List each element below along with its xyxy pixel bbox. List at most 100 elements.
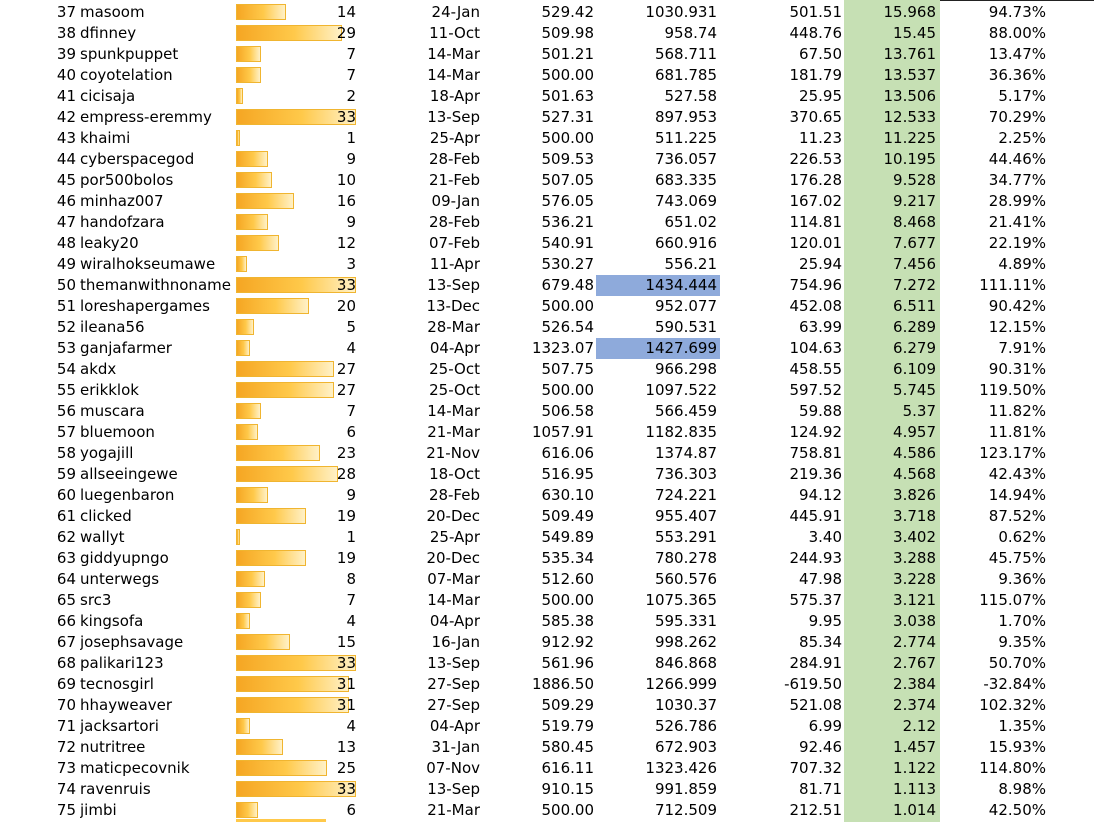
date-cell[interactable]: 04-Apr: [380, 611, 480, 632]
username-cell[interactable]: ravenruis: [80, 779, 232, 800]
value-cell-1[interactable]: 530.27: [490, 254, 595, 275]
rank-cell[interactable]: 49: [40, 254, 76, 275]
score-cell[interactable]: 6.279: [844, 338, 940, 359]
value-cell-3[interactable]: 370.65: [722, 107, 843, 128]
username-cell[interactable]: wallyt: [80, 527, 232, 548]
value-cell-2[interactable]: 1030.931: [596, 2, 720, 23]
value-cell-2[interactable]: 1374.87: [596, 443, 720, 464]
percent-cell[interactable]: 22.19%: [944, 233, 1046, 254]
value-cell-3[interactable]: 104.63: [722, 338, 843, 359]
value-cell-3[interactable]: 47.98: [722, 569, 842, 590]
score-cell[interactable]: 4.586: [844, 443, 940, 464]
table-row[interactable]: 49 wiralhokseumawe 3 11-Apr 530.27 556.21 25.9…: [0, 254, 1094, 275]
value-cell-1[interactable]: 500.00: [490, 380, 595, 401]
username-cell[interactable]: handofzara: [80, 212, 232, 233]
date-cell[interactable]: 13-Sep: [380, 779, 480, 800]
percent-cell[interactable]: 9.35%: [944, 632, 1046, 653]
username-cell[interactable]: jacksartori: [80, 716, 232, 737]
value-cell-1[interactable]: 507.75: [490, 359, 595, 380]
value-cell-1[interactable]: 536.21: [490, 212, 595, 233]
rank-cell[interactable]: 56: [40, 401, 76, 422]
rank-cell[interactable]: 65: [40, 590, 76, 611]
score-cell[interactable]: 2.374: [844, 695, 940, 716]
value-cell-1[interactable]: 630.10: [490, 485, 595, 506]
date-cell[interactable]: 09-Jan: [380, 191, 480, 212]
rank-cell[interactable]: 73: [40, 758, 76, 779]
rank-cell[interactable]: 48: [40, 233, 76, 254]
value-cell-2[interactable]: 527.58: [596, 86, 720, 107]
percent-cell[interactable]: 28.99%: [944, 191, 1046, 212]
rank-cell[interactable]: 66: [40, 611, 76, 632]
value-cell-2[interactable]: 672.903: [596, 737, 720, 758]
count-databar-cell[interactable]: 8: [236, 569, 358, 590]
value-cell-2[interactable]: 736.057: [596, 149, 720, 170]
value-cell-2[interactable]: 1266.999: [596, 674, 720, 695]
count-databar-cell[interactable]: 27: [236, 359, 358, 380]
count-databar-cell[interactable]: 3: [236, 254, 358, 275]
rank-cell[interactable]: 71: [40, 716, 76, 737]
date-cell[interactable]: 11-Apr: [380, 254, 480, 275]
value-cell-3[interactable]: 81.71: [722, 779, 842, 800]
value-cell-3[interactable]: 219.36: [722, 464, 843, 485]
count-databar-cell[interactable]: 28: [236, 464, 358, 485]
username-cell[interactable]: themanwithnoname: [80, 275, 232, 296]
table-row[interactable]: 42 empress-eremmy 33 13-Sep 527.31 897.953 370…: [0, 107, 1094, 128]
value-cell-3[interactable]: 11.23: [722, 128, 842, 149]
count-databar-cell[interactable]: 15: [236, 632, 358, 653]
value-cell-2[interactable]: 1075.365: [596, 590, 720, 611]
value-cell-2[interactable]: 1427.699: [596, 338, 720, 359]
rank-cell[interactable]: 41: [40, 86, 76, 107]
table-row[interactable]: 41 cicisaja 2 18-Apr 501.63 527.58 25.95 13.506…: [0, 86, 1094, 107]
count-databar-cell[interactable]: 23: [236, 443, 358, 464]
score-cell[interactable]: 7.456: [844, 254, 940, 275]
rank-cell[interactable]: 50: [40, 275, 76, 296]
percent-cell[interactable]: 45.75%: [944, 548, 1046, 569]
username-cell[interactable]: luegenbaron: [80, 485, 232, 506]
value-cell-1[interactable]: 616.06: [490, 443, 595, 464]
date-cell[interactable]: 07-Mar: [380, 569, 480, 590]
percent-cell[interactable]: 42.50%: [944, 800, 1046, 821]
count-databar-cell[interactable]: 5: [236, 317, 358, 338]
value-cell-1[interactable]: 507.05: [490, 170, 595, 191]
value-cell-3[interactable]: 25.95: [722, 86, 842, 107]
value-cell-3[interactable]: 575.37: [722, 590, 843, 611]
score-cell[interactable]: 13.506: [844, 86, 940, 107]
rank-cell[interactable]: 75: [40, 800, 76, 821]
table-row[interactable]: 68 palikari123 33 13-Sep 561.96 846.868 284.91…: [0, 653, 1094, 674]
count-databar-cell[interactable]: 33: [236, 275, 358, 296]
value-cell-3[interactable]: 67.50: [722, 44, 842, 65]
table-row[interactable]: 38 dfinney 29 11-Oct 509.98 958.74 448.76 15.45…: [0, 23, 1094, 44]
value-cell-2[interactable]: 724.221: [596, 485, 720, 506]
username-cell[interactable]: minhaz007: [80, 191, 232, 212]
percent-cell[interactable]: 102.32%: [944, 695, 1046, 716]
percent-cell[interactable]: 2.25%: [944, 128, 1046, 149]
percent-cell[interactable]: 111.11%: [944, 275, 1046, 296]
value-cell-2[interactable]: 991.859: [596, 779, 720, 800]
score-cell[interactable]: 3.228: [844, 569, 940, 590]
value-cell-2[interactable]: 736.303: [596, 464, 720, 485]
score-cell[interactable]: 15.45: [844, 23, 940, 44]
value-cell-2[interactable]: 1097.522: [596, 380, 720, 401]
count-databar-cell[interactable]: 19: [236, 548, 358, 569]
table-row[interactable]: 60 luegenbaron 9 28-Feb 630.10 724.221 94.12 3.…: [0, 485, 1094, 506]
value-cell-2[interactable]: 897.953: [596, 107, 720, 128]
value-cell-2[interactable]: 743.069: [596, 191, 720, 212]
percent-cell[interactable]: 50.70%: [944, 653, 1046, 674]
count-databar-cell[interactable]: 25: [236, 758, 358, 779]
score-cell[interactable]: 10.195: [844, 149, 940, 170]
value-cell-3[interactable]: 448.76: [722, 23, 843, 44]
score-cell[interactable]: 7.272: [844, 275, 940, 296]
table-row[interactable]: 63 giddyupngo 19 20-Dec 535.34 780.278 244.93 3…: [0, 548, 1094, 569]
rank-cell[interactable]: 61: [40, 506, 76, 527]
date-cell[interactable]: 25-Apr: [380, 527, 480, 548]
score-cell[interactable]: 3.718: [844, 506, 940, 527]
value-cell-2[interactable]: 780.278: [596, 548, 720, 569]
value-cell-2[interactable]: 566.459: [596, 401, 720, 422]
percent-cell[interactable]: 5.17%: [944, 86, 1046, 107]
count-databar-cell[interactable]: 9: [236, 485, 358, 506]
count-databar-cell[interactable]: 4: [236, 611, 358, 632]
date-cell[interactable]: 31-Jan: [380, 737, 480, 758]
table-row[interactable]: 55 erikklok 27 25-Oct 500.00 1097.522 597.52 5.…: [0, 380, 1094, 401]
count-databar-cell[interactable]: 7: [236, 401, 358, 422]
date-cell[interactable]: 25-Oct: [380, 380, 480, 401]
